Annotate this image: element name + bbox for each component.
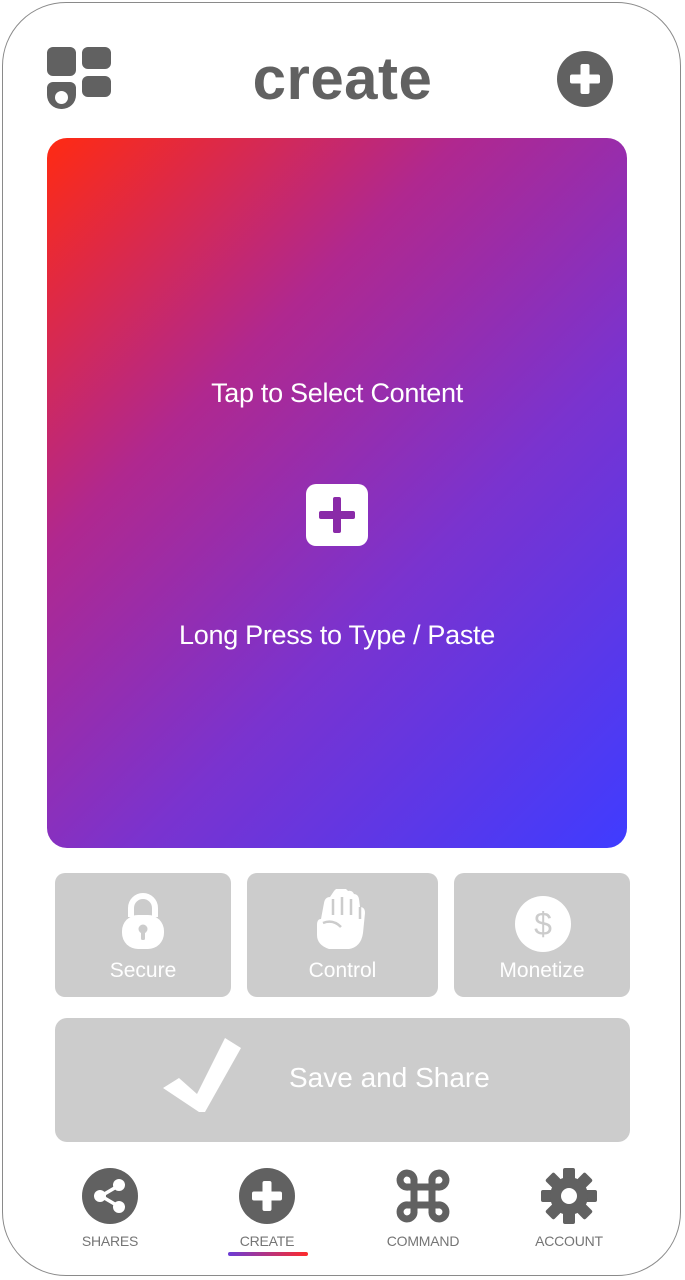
- nav-label-account: ACCOUNT: [535, 1233, 603, 1249]
- plus-circle-icon: [239, 1168, 295, 1224]
- gear-icon: [541, 1168, 597, 1224]
- command-key-icon: [396, 1169, 450, 1223]
- tap-select-text: Tap to Select Content: [211, 378, 463, 408]
- grid-dot: [55, 91, 68, 104]
- monetize-label: Monetize: [499, 959, 585, 982]
- plus-circle-icon[interactable]: [556, 50, 614, 108]
- content-card[interactable]: Tap to Select Content Long Press to Type…: [47, 138, 627, 848]
- nav-label-command: COMMAND: [386, 1233, 460, 1249]
- control-label: Control: [308, 959, 377, 982]
- nav-item-account[interactable]: ACCOUNT: [504, 1168, 634, 1258]
- grid-tile: [82, 47, 111, 69]
- nav-label-create: CREATE: [239, 1233, 295, 1249]
- plus-square-icon[interactable]: [306, 484, 368, 546]
- save-and-share-label: Save and Share: [289, 1062, 490, 1093]
- secure-label: Secure: [109, 959, 177, 982]
- long-press-text: Long Press to Type / Paste: [179, 620, 495, 650]
- svg-text:$: $: [534, 906, 552, 942]
- secure-button[interactable]: Secure: [55, 873, 231, 997]
- checkmark-icon: [163, 1038, 241, 1112]
- nav-item-shares[interactable]: SHARES: [45, 1168, 175, 1258]
- nav-item-command[interactable]: COMMAND: [358, 1168, 488, 1258]
- grid-tile: [82, 76, 111, 97]
- monetize-button[interactable]: $ Monetize: [454, 873, 630, 997]
- save-and-share-button[interactable]: Save and Share: [55, 1018, 630, 1142]
- active-tab-indicator: [228, 1252, 308, 1256]
- dollar-circle-icon: $: [515, 896, 571, 952]
- share-icon: [82, 1168, 138, 1224]
- nav-label-shares: SHARES: [81, 1233, 139, 1249]
- control-button[interactable]: Control: [247, 873, 438, 997]
- grid-icon[interactable]: [47, 47, 111, 111]
- nav-item-create[interactable]: CREATE: [202, 1168, 332, 1258]
- grid-tile: [47, 47, 76, 76]
- page-title: create: [252, 45, 433, 112]
- lock-icon: [122, 893, 164, 949]
- fist-icon: [317, 889, 365, 949]
